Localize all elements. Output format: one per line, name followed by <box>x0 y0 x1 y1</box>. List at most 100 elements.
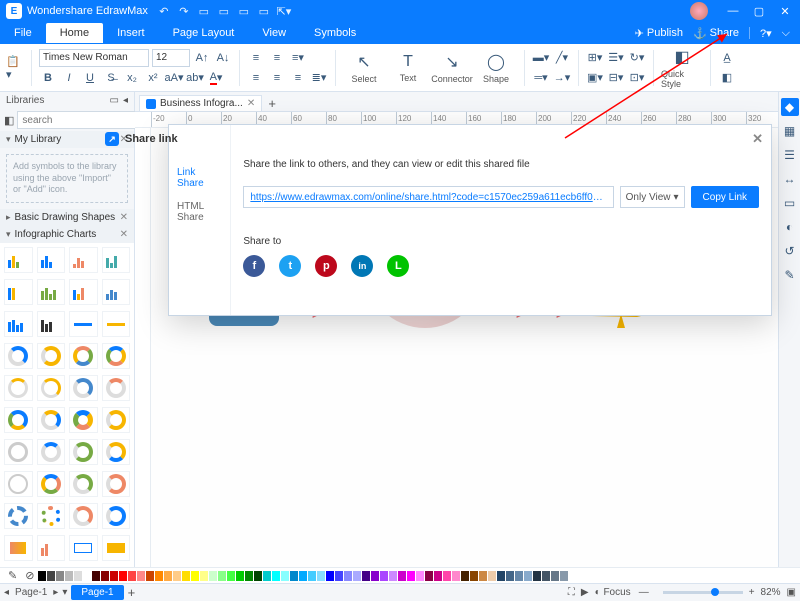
color-swatch[interactable] <box>128 571 136 581</box>
color-swatch[interactable] <box>542 571 550 581</box>
shape-thumbnail[interactable] <box>69 503 98 529</box>
next-page-icon[interactable]: ▸ <box>53 587 58 598</box>
shape-match-icon[interactable]: ◧ <box>718 69 736 87</box>
twitter-share-icon[interactable]: t <box>279 255 301 277</box>
color-swatch[interactable] <box>470 571 478 581</box>
align-objects-icon[interactable]: ☰▾ <box>607 49 625 67</box>
menu-home[interactable]: Home <box>46 23 103 43</box>
color-swatch[interactable] <box>344 571 352 581</box>
shape-thumbnail[interactable] <box>69 407 98 433</box>
color-swatch[interactable] <box>353 571 361 581</box>
decrease-font-icon[interactable]: A↓ <box>214 49 232 67</box>
copy-link-button[interactable]: Copy Link <box>691 186 759 208</box>
color-swatch[interactable] <box>479 571 487 581</box>
text-tool[interactable]: TText <box>387 48 429 88</box>
font-match-icon[interactable]: A̲ <box>718 49 736 67</box>
close-tab-icon[interactable]: ✕ <box>247 98 255 109</box>
color-swatch[interactable] <box>317 571 325 581</box>
print-icon[interactable]: ▭ <box>256 5 272 18</box>
shape-thumbnail[interactable] <box>37 343 66 369</box>
color-swatch[interactable] <box>281 571 289 581</box>
color-swatch[interactable] <box>92 571 100 581</box>
color-swatch[interactable] <box>290 571 298 581</box>
focus-toggle[interactable]: ◐ Focus <box>595 587 631 598</box>
rotate-icon[interactable]: ↻▾ <box>628 49 646 67</box>
quick-style-button[interactable]: ◧Quick Style <box>661 48 703 88</box>
no-fill-icon[interactable]: ⊘ <box>25 569 34 582</box>
page-tab[interactable]: Page-1 <box>71 585 123 600</box>
add-document-tab[interactable]: + <box>264 96 280 111</box>
color-swatch[interactable] <box>524 571 532 581</box>
shape-thumbnail[interactable] <box>102 535 131 561</box>
case-icon[interactable]: aA▾ <box>165 69 183 87</box>
color-swatch[interactable] <box>443 571 451 581</box>
color-swatch[interactable] <box>146 571 154 581</box>
color-swatch[interactable] <box>236 571 244 581</box>
publish-button[interactable]: ✈Publish <box>635 27 683 40</box>
shape-thumbnail[interactable] <box>37 471 66 497</box>
font-color-icon[interactable]: A▾ <box>207 69 225 87</box>
bullet-list-icon[interactable]: ≣▾ <box>310 69 328 87</box>
color-swatch[interactable] <box>200 571 208 581</box>
shape-thumbnail[interactable] <box>4 311 33 337</box>
group-icon[interactable]: ⊞▾ <box>586 49 604 67</box>
shape-thumbnail[interactable] <box>102 503 131 529</box>
color-swatch[interactable] <box>110 571 118 581</box>
color-swatch[interactable] <box>488 571 496 581</box>
font-size-combo[interactable]: 12 <box>152 49 190 67</box>
shape-thumbnail[interactable] <box>69 279 98 305</box>
line-icon[interactable]: ╱▾ <box>553 49 571 67</box>
line-spacing-icon[interactable]: ≡▾ <box>289 49 307 67</box>
linkedin-share-icon[interactable]: in <box>351 255 373 277</box>
export-icon[interactable]: ⇱▾ <box>276 5 292 18</box>
facebook-share-icon[interactable]: f <box>243 255 265 277</box>
ai-panel-icon[interactable]: ◐ <box>781 218 799 236</box>
save-icon[interactable]: ▭ <box>236 5 252 18</box>
color-swatch[interactable] <box>299 571 307 581</box>
shape-thumbnail[interactable] <box>69 375 98 401</box>
color-swatch[interactable] <box>389 571 397 581</box>
new-icon[interactable]: ▭ <box>196 5 212 18</box>
align-middle-icon[interactable]: ≡ <box>268 49 286 67</box>
color-swatch[interactable] <box>308 571 316 581</box>
color-swatch[interactable] <box>497 571 505 581</box>
fullscreen-icon[interactable]: ⛶ <box>568 587 575 598</box>
shape-thumbnail[interactable] <box>102 407 131 433</box>
color-swatch[interactable] <box>560 571 568 581</box>
shape-thumbnail[interactable] <box>102 279 131 305</box>
color-swatch[interactable] <box>182 571 190 581</box>
color-swatch[interactable] <box>380 571 388 581</box>
fill-icon[interactable]: ▬▾ <box>532 49 550 67</box>
highlight-icon[interactable]: ab▾ <box>186 69 204 87</box>
undo-icon[interactable]: ↶ <box>156 5 172 18</box>
presentation-icon[interactable]: ▶ <box>581 587 589 598</box>
arrow-style-icon[interactable]: →▾ <box>553 69 571 87</box>
align-top-icon[interactable]: ≡ <box>247 49 265 67</box>
color-swatch[interactable] <box>272 571 280 581</box>
color-swatch[interactable] <box>362 571 370 581</box>
color-swatch[interactable] <box>245 571 253 581</box>
color-swatch[interactable] <box>47 571 55 581</box>
select-tool[interactable]: ↖Select <box>343 48 385 88</box>
shape-thumbnail[interactable] <box>4 439 33 465</box>
fit-page-icon[interactable]: ▣ <box>787 587 796 598</box>
color-swatch[interactable] <box>335 571 343 581</box>
prev-page-icon[interactable]: ◂ <box>4 587 9 598</box>
bring-front-icon[interactable]: ▣▾ <box>586 69 604 87</box>
menu-file[interactable]: File <box>0 23 46 43</box>
redo-icon[interactable]: ↷ <box>176 5 192 18</box>
color-swatch[interactable] <box>263 571 271 581</box>
shape-thumbnail[interactable] <box>102 247 131 273</box>
menu-page-layout[interactable]: Page Layout <box>159 23 249 43</box>
align-center-icon[interactable]: ≡ <box>268 69 286 87</box>
dimensions-panel-icon[interactable]: ↔ <box>781 170 799 188</box>
color-swatch[interactable] <box>227 571 235 581</box>
shape-thumbnail[interactable] <box>102 343 131 369</box>
color-swatch[interactable] <box>533 571 541 581</box>
color-swatch[interactable] <box>434 571 442 581</box>
layout-panel-icon[interactable]: ▦ <box>781 122 799 140</box>
shape-thumbnail[interactable] <box>4 535 33 561</box>
color-swatch[interactable] <box>38 571 46 581</box>
open-icon[interactable]: ▭ <box>216 5 232 18</box>
close-section-icon[interactable]: ✕ <box>120 229 128 240</box>
